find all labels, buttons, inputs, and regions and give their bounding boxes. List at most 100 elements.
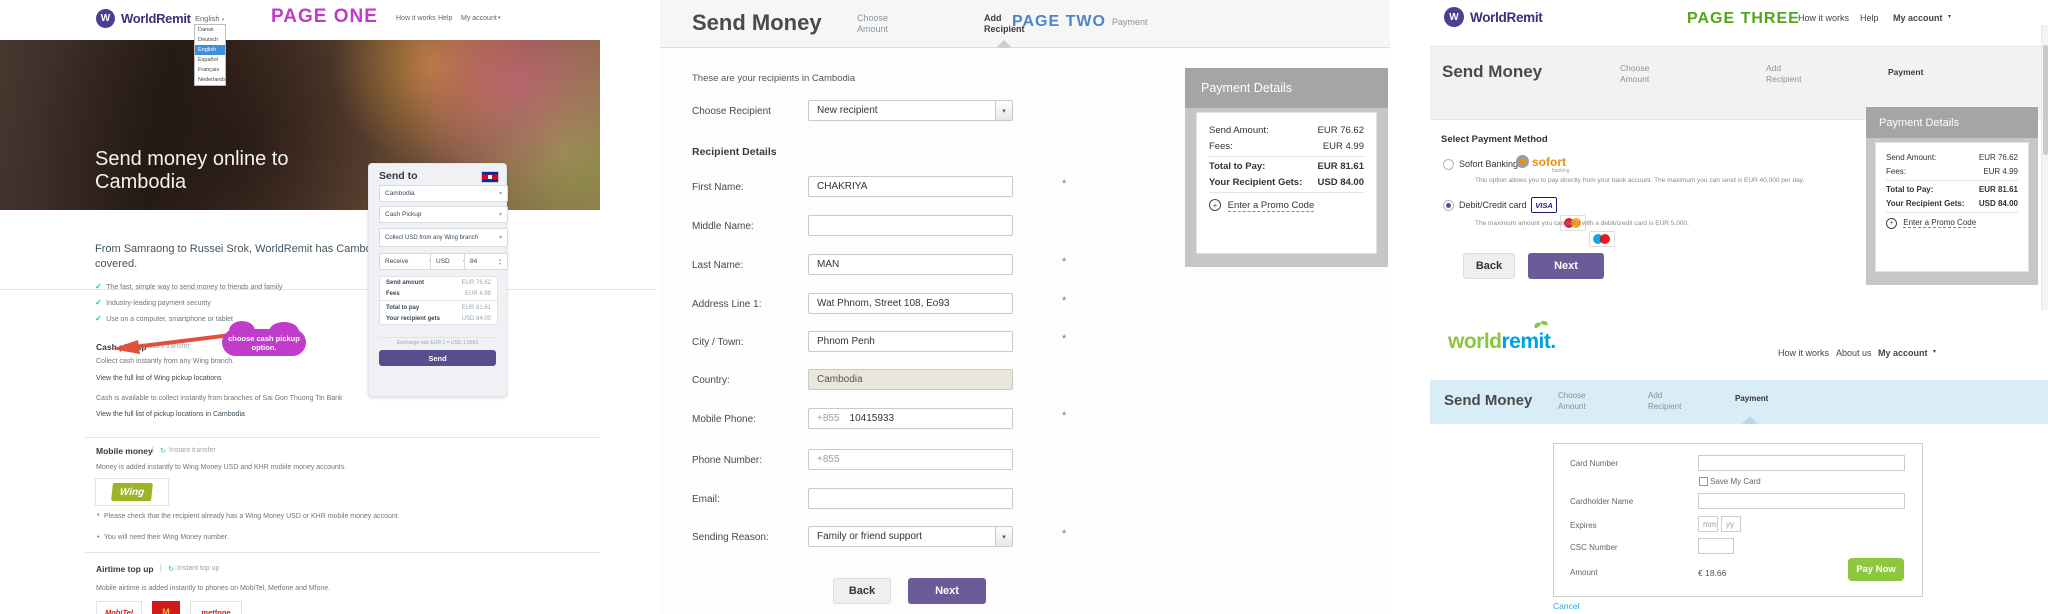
- chevron-down-icon: ▾: [222, 17, 225, 23]
- language-selector[interactable]: English ▾: [195, 14, 224, 23]
- leaf-icon: [1541, 320, 1549, 326]
- instant-transfer-icon: ↻: [160, 447, 166, 455]
- promo-code-link[interactable]: + Enter a Promo Code: [1209, 199, 1364, 211]
- csc-input[interactable]: [1698, 538, 1734, 554]
- metfone-emblem-logo: M: [152, 601, 180, 614]
- instant-topup-icon: ↻: [168, 565, 174, 573]
- checklist-item: ✓ Use on a computer, smartphone or table…: [95, 308, 233, 326]
- nav-my-account[interactable]: My account: [1878, 348, 1928, 358]
- cardholder-input[interactable]: [1698, 493, 1905, 509]
- step-choose-amount: ChooseAmount: [857, 13, 888, 34]
- plus-icon: +: [1209, 199, 1221, 211]
- sofort-radio[interactable]: [1443, 159, 1454, 170]
- chevron-down-icon: ▾: [1933, 348, 1936, 355]
- chevron-down-icon: ▾: [499, 234, 502, 241]
- city-input[interactable]: Phnom Penh: [808, 331, 1013, 352]
- save-card-checkbox[interactable]: [1699, 477, 1708, 486]
- pickup-locations-link[interactable]: View the full list of pickup locations i…: [96, 411, 245, 418]
- city-label: City / Town:: [692, 337, 744, 348]
- language-option-selected[interactable]: English: [195, 45, 225, 55]
- divider: [1886, 212, 2018, 213]
- language-option[interactable]: Español: [195, 55, 225, 65]
- wing-locations-link[interactable]: View the full list of Wing pickup locati…: [96, 375, 222, 382]
- mobitel-logo: MobiTel: [96, 601, 142, 614]
- amount-input[interactable]: 84 ▲▼: [464, 253, 508, 270]
- nav-help[interactable]: Help: [1860, 13, 1879, 23]
- nav-help[interactable]: Help: [438, 15, 452, 22]
- delivery-method-select[interactable]: Cash Pickup▾: [379, 206, 508, 223]
- address-line1-input[interactable]: Wat Phnom, Street 108, Eo93: [808, 293, 1013, 314]
- mobile-phone-input[interactable]: +855 10415933: [808, 408, 1013, 429]
- expires-yy-input[interactable]: yy: [1721, 516, 1741, 532]
- next-button[interactable]: Next: [908, 578, 986, 604]
- payment-details-title: Payment Details: [1185, 68, 1388, 108]
- step-payment: Payment: [1735, 394, 1768, 405]
- send-amount-label: Send Amount:: [1886, 153, 1936, 162]
- choose-recipient-label: Choose Recipient: [692, 106, 771, 117]
- card-label: Debit/Credit card: [1459, 200, 1527, 210]
- divider: [1886, 180, 2018, 181]
- required-asterisk: *: [1062, 410, 1066, 422]
- send-amount-label: Send Amount:: [1209, 125, 1269, 136]
- brand-name: WorldRemit: [1470, 10, 1543, 25]
- cancel-link[interactable]: Cancel: [1553, 601, 1579, 611]
- amount-label: Amount: [1570, 568, 1598, 577]
- mobile-phone-value: 10415933: [850, 413, 895, 424]
- scrollbar[interactable]: [2041, 25, 2048, 310]
- scrollbar-thumb[interactable]: [2043, 45, 2048, 155]
- back-button[interactable]: Back: [1463, 253, 1515, 279]
- sofort-label: Sofort Banking: [1459, 159, 1518, 169]
- nav-how-it-works[interactable]: How it works: [1778, 348, 1829, 358]
- card-description: The maximum amount you can send with a d…: [1475, 220, 1689, 227]
- amount-value: 84: [470, 258, 477, 265]
- back-button[interactable]: Back: [833, 578, 891, 604]
- pay-now-button[interactable]: Pay Now: [1848, 558, 1904, 581]
- stepper-icon[interactable]: ▲▼: [498, 258, 502, 266]
- expires-label: Expires: [1570, 521, 1597, 530]
- nav-my-account[interactable]: My account: [1893, 13, 1943, 23]
- payout-option-select[interactable]: Collect USD from any Wing branch▾: [379, 228, 508, 247]
- card-radio-selected[interactable]: [1443, 200, 1454, 211]
- metfone-logo: metfone: [190, 601, 242, 614]
- chevron-down-icon: ▾: [499, 211, 502, 218]
- check-text: Use on a computer, smartphone or tablet: [106, 316, 233, 323]
- check-icon: ✓: [95, 314, 102, 323]
- brand-name: WorldRemit: [121, 11, 191, 26]
- language-option[interactable]: Français: [195, 65, 225, 75]
- page-one: W WorldRemit English ▾ Dansk Deutsch Eng…: [0, 0, 660, 614]
- nav-how-it-works[interactable]: How it works: [1798, 13, 1849, 23]
- total-label: Total to pay: [386, 305, 419, 311]
- nav-how-it-works[interactable]: How it works: [396, 15, 436, 22]
- send-button[interactable]: Send: [379, 350, 496, 366]
- last-name-input[interactable]: MAN: [808, 254, 1013, 275]
- promo-code-link[interactable]: + Enter a Promo Code: [1886, 218, 2018, 229]
- annotation-text: choose cash pickup option.: [222, 329, 306, 352]
- page-title: Send Money: [1444, 392, 1532, 409]
- recipient-gets-label: Your Recipient Gets:: [1209, 177, 1302, 188]
- choose-recipient-select[interactable]: New recipient ▾: [808, 100, 1013, 121]
- expires-mm-input[interactable]: mm: [1698, 516, 1718, 532]
- phone-number-input[interactable]: +855: [808, 449, 1013, 470]
- payment-details-card: Send Amount:EUR 76.62 Fees:EUR 4.99 Tota…: [1875, 142, 2029, 272]
- next-button[interactable]: Next: [1528, 253, 1604, 279]
- chevron-down-icon: ▾: [498, 15, 501, 21]
- language-option[interactable]: Dansk: [195, 25, 225, 35]
- bullet-icon: •: [97, 534, 99, 541]
- language-option[interactable]: Nederlands: [195, 75, 225, 85]
- nav-about-us[interactable]: About us: [1836, 348, 1872, 358]
- sending-reason-select[interactable]: Family or friend support ▾: [808, 526, 1013, 547]
- country-select[interactable]: Cambodia▾: [379, 185, 508, 202]
- divider: [380, 300, 497, 301]
- check-text: The fast, simple way to send money to fr…: [106, 284, 282, 291]
- card-number-input[interactable]: [1698, 455, 1905, 471]
- wing-logo: Wing: [95, 478, 169, 506]
- first-name-input[interactable]: CHAKRIYA: [808, 176, 1013, 197]
- mobile-money-title: Mobile money: [96, 446, 153, 456]
- middle-name-input[interactable]: [808, 215, 1013, 236]
- email-input[interactable]: [808, 488, 1013, 509]
- promo-code-text: Enter a Promo Code: [1903, 218, 1976, 228]
- language-option[interactable]: Deutsch: [195, 35, 225, 45]
- phone-number-label: Phone Number:: [692, 455, 762, 466]
- chevron-down-icon: ▾: [499, 190, 502, 197]
- nav-my-account[interactable]: My account: [461, 15, 497, 22]
